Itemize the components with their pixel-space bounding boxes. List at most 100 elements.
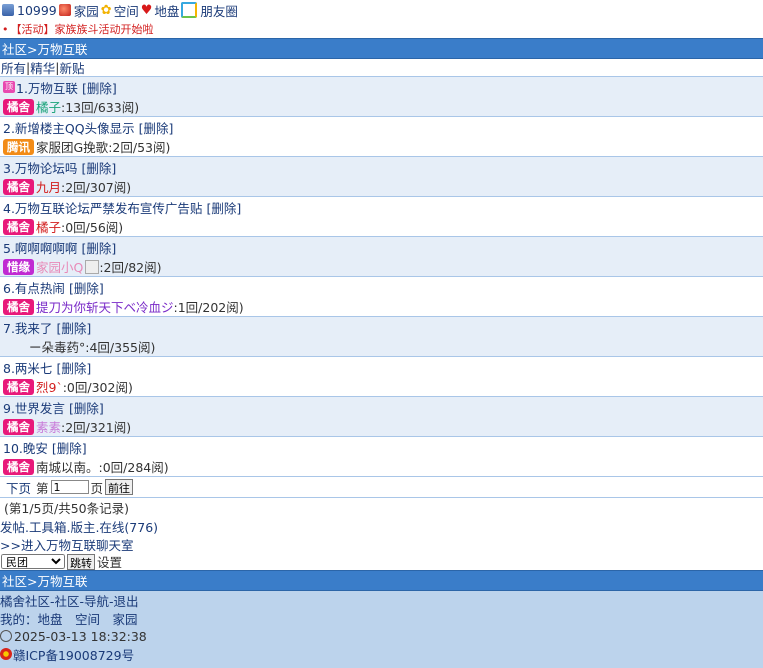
footer-mine[interactable]: 我的：地盘 空间 家园: [0, 609, 763, 627]
jump-button[interactable]: 跳转: [67, 553, 95, 570]
author-link[interactable]: 素素: [36, 417, 61, 436]
filter-tabs: 所有 | 精华 | 新贴: [0, 59, 763, 77]
delete-link[interactable]: [删除]: [81, 238, 116, 257]
post-title-link[interactable]: 10.晚安: [3, 438, 48, 457]
star-icon: ✿: [100, 2, 112, 18]
author-link[interactable]: 家园小Q: [36, 257, 83, 276]
footer-nav-links[interactable]: 橘舍社区-社区-导航-退出: [0, 591, 139, 610]
footer-nav[interactable]: 橘舍社区-社区-导航-退出: [0, 591, 763, 609]
family-badge: 橘舍: [3, 298, 34, 315]
author-link[interactable]: 提刀为你斩天下ベ冷血ジ: [36, 297, 174, 316]
section-title: 社区>万物互联: [2, 42, 88, 57]
post-title-line: 5.啊啊啊啊啊 [删除]: [3, 237, 763, 257]
delete-link[interactable]: [删除]: [56, 318, 91, 337]
moments-link[interactable]: 朋友圈: [200, 1, 238, 20]
family-badge: 橘舍: [3, 458, 34, 475]
post-title-line: 3.万物论坛吗 [删除]: [3, 157, 763, 177]
home-link[interactable]: 家园: [74, 1, 99, 20]
table-row: 3.万物论坛吗 [删除] 橘舍 九月:2回/307阅): [0, 157, 763, 197]
author-link[interactable]: 橘子: [36, 97, 61, 116]
post-title-line: 10.晚安 [删除]: [3, 437, 763, 457]
delete-link[interactable]: [删除]: [81, 158, 116, 177]
next-page-link[interactable]: 下页: [6, 478, 31, 497]
post-meta-line: 橘舍 素素:2回/321阅): [3, 417, 763, 436]
clock-icon: [0, 630, 12, 642]
post-stats: :2回/82阅): [99, 260, 162, 275]
table-row: 10.晚安 [删除] 橘舍 南城以南。:0回/284阅): [0, 437, 763, 477]
filter-essence[interactable]: 精华: [30, 58, 55, 77]
post-stats: :2回/321阅): [61, 420, 132, 435]
user-id-link[interactable]: 10999: [17, 3, 57, 18]
actions-line[interactable]: 发帖.工具箱.版主.在线(776): [0, 517, 763, 535]
author-link[interactable]: 烈9`: [36, 377, 63, 396]
author-link[interactable]: 橘子: [36, 217, 61, 236]
footer: 橘舍社区-社区-导航-退出 我的：地盘 空间 家园 2025-03-13 18:…: [0, 591, 763, 668]
delete-link[interactable]: [删除]: [52, 438, 87, 457]
family-badge: 橘舍: [3, 98, 34, 115]
post-title-link[interactable]: 2.新增楼主QQ头像显示: [3, 118, 135, 137]
actions-link[interactable]: 发帖.工具箱.版主.在线(776): [0, 517, 158, 536]
filter-new[interactable]: 新贴: [59, 58, 84, 77]
space-link[interactable]: 空间: [114, 1, 139, 20]
family-badge: 腾讯: [3, 138, 34, 155]
activity-notice[interactable]: • 【活动】家族族斗活动开始啦: [0, 20, 763, 38]
pinned-icon: 顶: [3, 81, 15, 93]
go-button[interactable]: 前往: [105, 479, 134, 495]
post-stats: :0回/302阅): [62, 380, 133, 395]
footer-mine-links[interactable]: 我的：地盘 空间 家园: [0, 609, 138, 628]
post-title-link[interactable]: 4.万物互联论坛严禁发布宣传广告贴: [3, 198, 202, 217]
delete-link[interactable]: [删除]: [82, 78, 117, 97]
notice-text[interactable]: 【活动】家族族斗活动开始啦: [11, 21, 154, 37]
moments-icon: [181, 2, 198, 18]
delete-link[interactable]: [删除]: [206, 198, 241, 217]
post-stats: :4回/355阅): [85, 340, 156, 355]
settings-link[interactable]: 设置: [97, 552, 122, 571]
post-title-link[interactable]: 3.万物论坛吗: [3, 158, 77, 177]
author-link[interactable]: 九月: [36, 177, 61, 196]
family-badge: 橘舍: [3, 218, 34, 235]
delete-link[interactable]: [删除]: [139, 118, 174, 137]
post-title-link[interactable]: 5.啊啊啊啊啊: [3, 238, 77, 257]
post-title-line: 顶 1.万物互联 [删除]: [3, 77, 763, 97]
chat-line[interactable]: >>进入万物互联聊天室: [0, 535, 763, 553]
post-title-link[interactable]: 8.两米七: [3, 358, 52, 377]
page-prefix: 第: [36, 480, 49, 496]
forum-select[interactable]: 民团: [1, 554, 65, 569]
footer-title: 社区>万物互联: [2, 574, 88, 589]
post-stats: :2回/307阅): [61, 180, 132, 195]
delete-link[interactable]: [删除]: [69, 278, 104, 297]
post-title-line: 7.我来了 [删除]: [3, 317, 763, 337]
post-title-line: 6.有点热闹 [删除]: [3, 277, 763, 297]
post-title-link[interactable]: 9.世界发言: [3, 398, 65, 417]
territory-link[interactable]: 地盘: [154, 1, 179, 20]
author-link[interactable]: ー朵毒药°: [29, 337, 85, 356]
post-title-link[interactable]: 1.万物互联: [16, 78, 78, 97]
footer-time: 2025-03-13 18:32:38: [0, 627, 763, 645]
jump-row: 民团 跳转 设置: [0, 553, 763, 570]
table-row: 2.新增楼主QQ头像显示 [删除] 腾讯 家服团G挽歌:2回/53阅): [0, 117, 763, 157]
author-link[interactable]: 家服团G挽歌: [36, 137, 108, 156]
family-badge: 橘舍: [3, 178, 34, 195]
heart-icon: ♥: [140, 2, 153, 18]
post-stats: :0回/284阅): [98, 460, 169, 475]
author-link[interactable]: 南城以南。: [36, 457, 99, 476]
post-stats: :1回/202阅): [173, 300, 244, 315]
page-suffix: 页: [90, 480, 104, 496]
table-row: 9.世界发言 [删除] 橘舍 素素:2回/321阅): [0, 397, 763, 437]
filter-all[interactable]: 所有: [1, 58, 26, 77]
chat-room-link[interactable]: >>进入万物互联聊天室: [0, 535, 133, 554]
table-row: 6.有点热闹 [删除] 橘舍 提刀为你斩天下ベ冷血ジ:1回/202阅): [0, 277, 763, 317]
icp-link[interactable]: 赣ICP备19008729号: [13, 645, 134, 664]
post-title-link[interactable]: 7.我来了: [3, 318, 52, 337]
post-title-link[interactable]: 6.有点热闹: [3, 278, 65, 297]
home-icon: [58, 4, 71, 16]
footer-icp[interactable]: 赣ICP备19008729号: [0, 645, 763, 663]
family-badge: 橘舍: [3, 418, 34, 435]
delete-link[interactable]: [删除]: [56, 358, 91, 377]
post-meta-line: 橘舍 橘子:0回/56阅): [3, 217, 763, 236]
page-info: (第1/5页/共50条记录): [4, 501, 129, 516]
post-title-line: 8.两米七 [删除]: [3, 357, 763, 377]
table-row: 7.我来了 [删除] ー朵毒药°:4回/355阅): [0, 317, 763, 357]
page-input[interactable]: [50, 480, 89, 494]
delete-link[interactable]: [删除]: [69, 398, 104, 417]
